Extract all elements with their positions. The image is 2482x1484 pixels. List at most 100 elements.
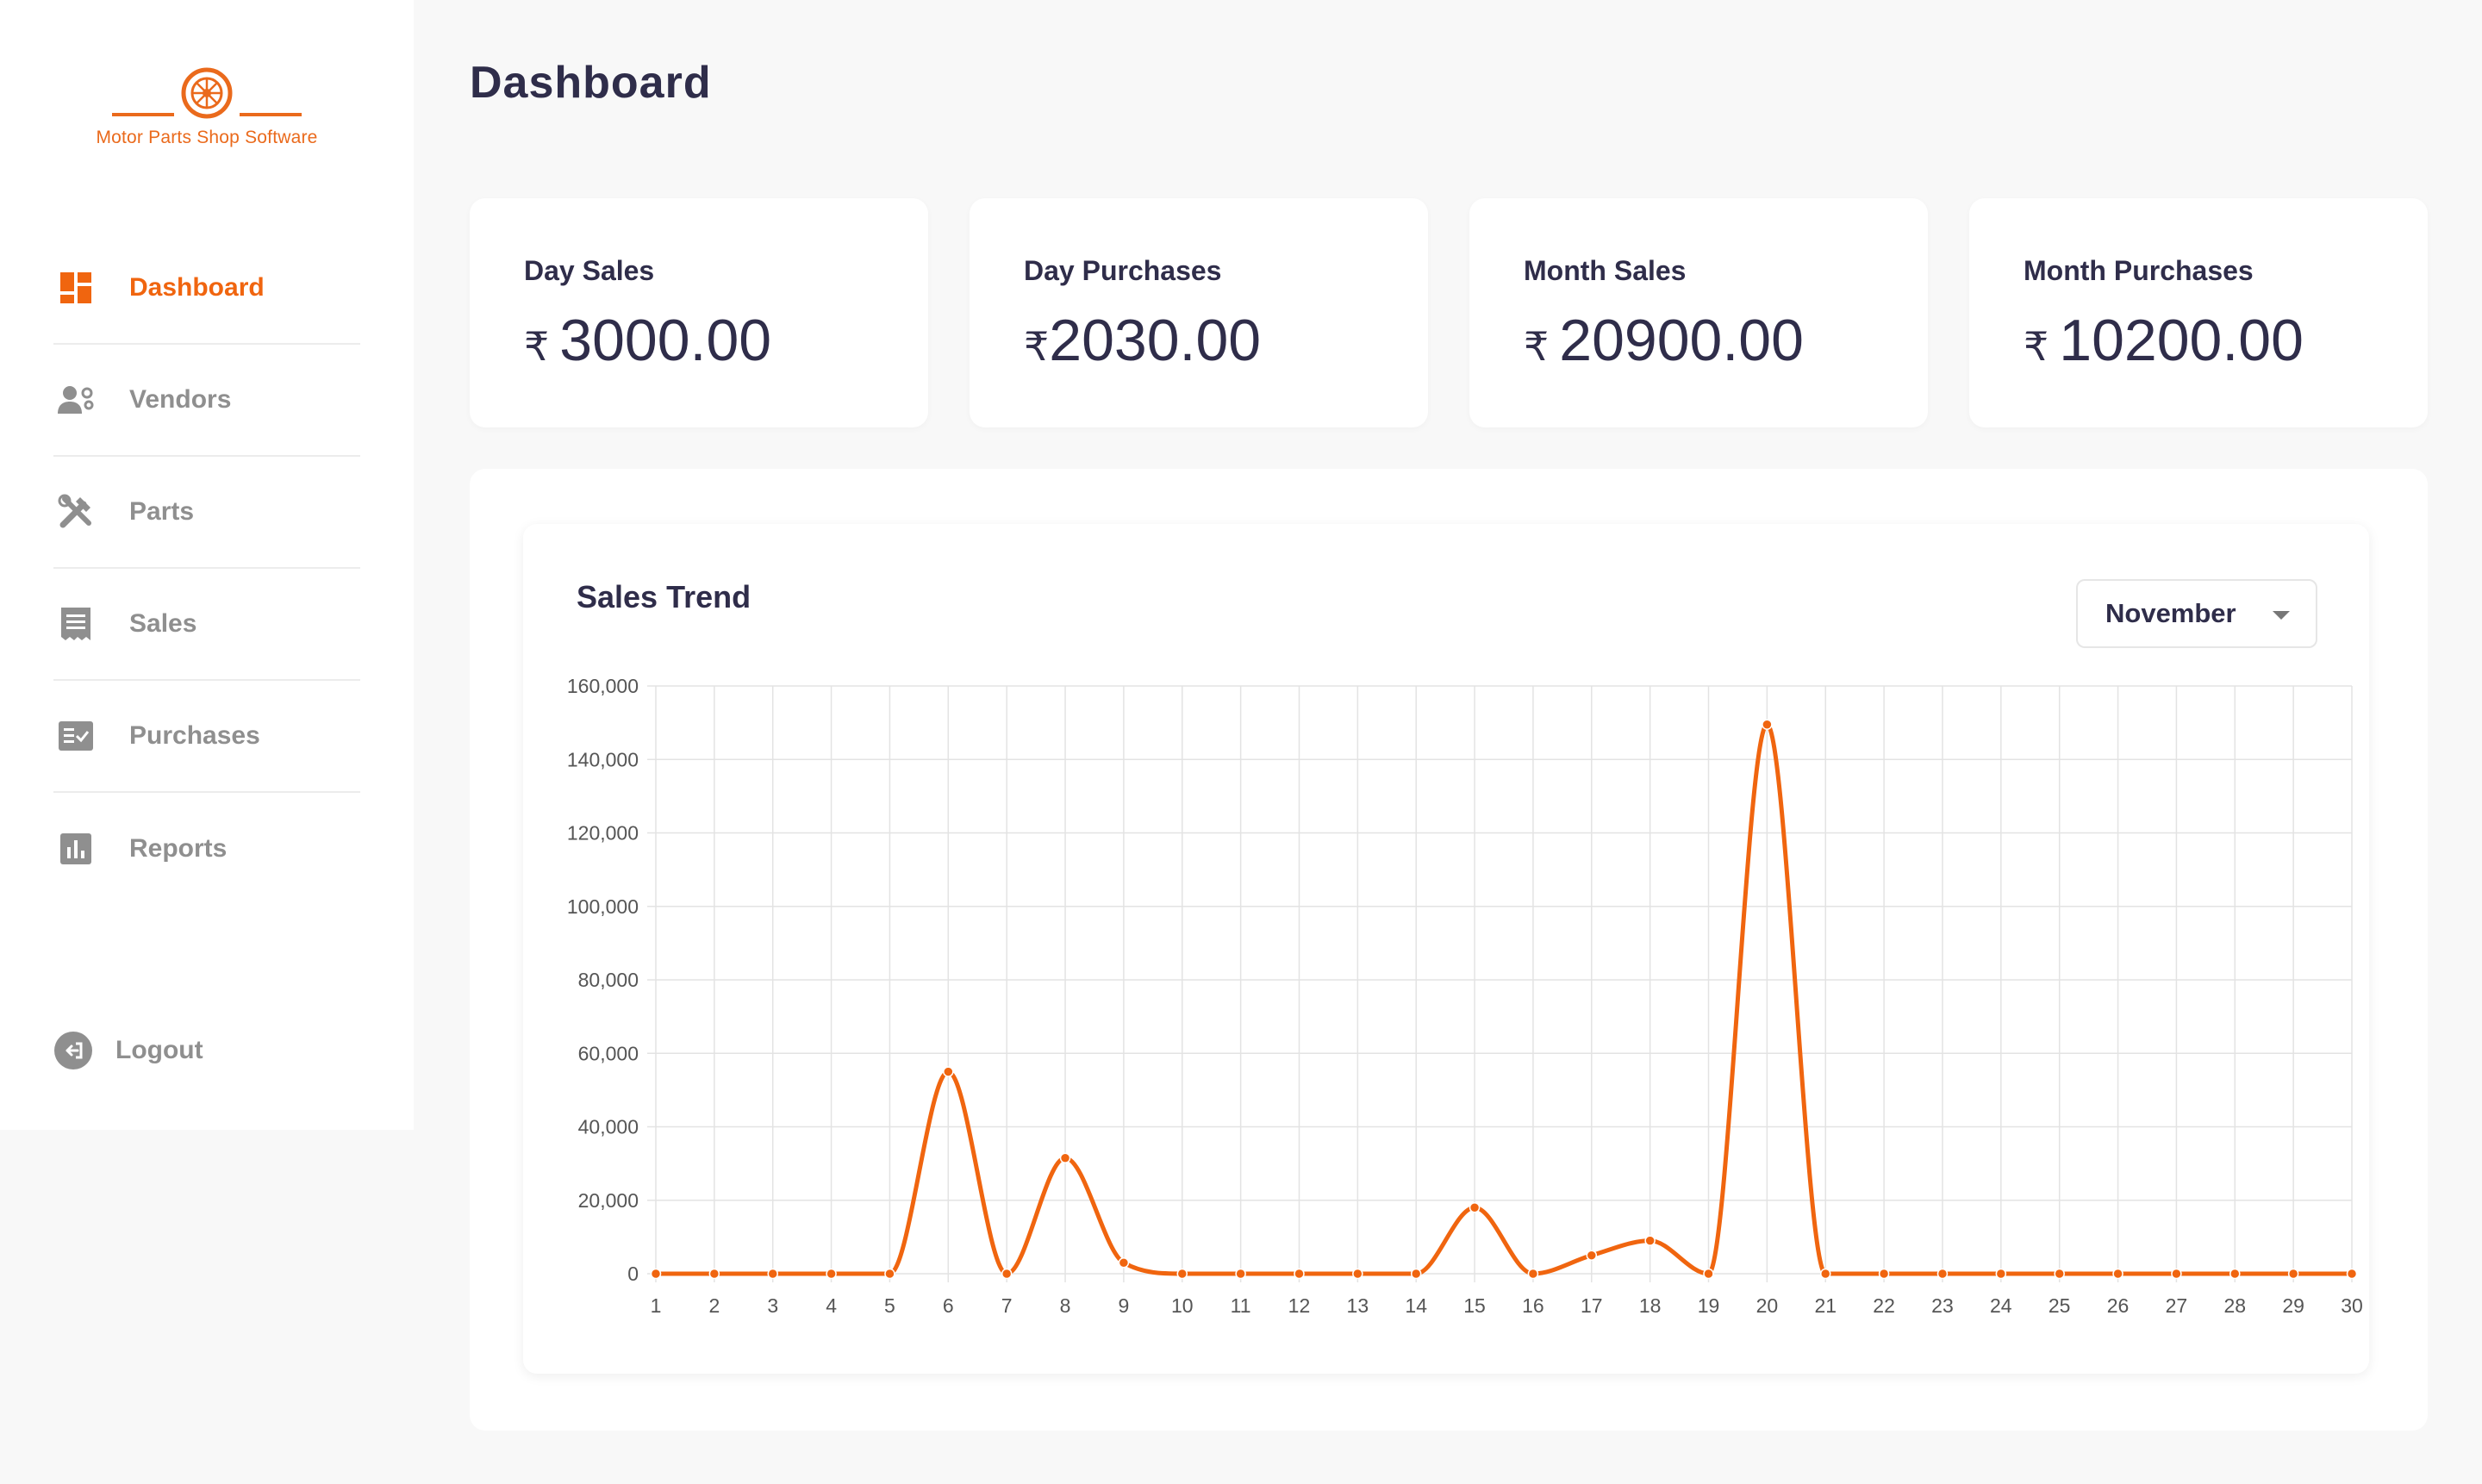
y-tick-label: 80,000 xyxy=(578,969,639,991)
x-tick-label: 23 xyxy=(1931,1294,1954,1317)
data-point xyxy=(1235,1268,1246,1280)
sidebar-item-label: Dashboard xyxy=(129,273,265,302)
x-tick-label: 28 xyxy=(2223,1294,2246,1317)
data-point xyxy=(1527,1268,1539,1280)
sidebar: Motor Parts Shop Software Dashboard Vend… xyxy=(0,0,414,1130)
data-point xyxy=(708,1268,720,1280)
y-tick-label: 160,000 xyxy=(567,675,639,697)
data-point xyxy=(1176,1268,1188,1280)
card-value: ₹3000.00 xyxy=(524,307,771,374)
sales-trend-line xyxy=(656,722,2352,1276)
sidebar-item-sales[interactable]: Sales xyxy=(53,569,360,681)
data-point xyxy=(1936,1268,1949,1280)
x-tick-label: 8 xyxy=(1060,1294,1071,1317)
bar-chart-icon xyxy=(53,826,98,871)
rupee-icon: ₹ xyxy=(1024,324,1050,369)
x-tick-label: 25 xyxy=(2049,1294,2071,1317)
day-sales-card: Day Sales ₹3000.00 xyxy=(470,198,928,427)
x-tick-label: 5 xyxy=(884,1294,895,1317)
data-point xyxy=(2112,1268,2123,1280)
x-tick-label: 21 xyxy=(1814,1294,1837,1317)
x-tick-label: 14 xyxy=(1405,1294,1427,1317)
x-tick-label: 16 xyxy=(1522,1294,1544,1317)
data-point xyxy=(1410,1268,1422,1280)
sidebar-item-reports[interactable]: Reports xyxy=(53,793,360,905)
x-tick-label: 13 xyxy=(1347,1294,1369,1317)
x-tick-label: 17 xyxy=(1581,1294,1603,1317)
y-tick-label: 60,000 xyxy=(578,1042,639,1064)
data-point xyxy=(884,1268,895,1280)
sales-trend-card: Sales Trend November 0 20,000 40,000 60,000… xyxy=(523,524,2369,1374)
x-tick-label: 18 xyxy=(1639,1294,1662,1317)
brand-logo[interactable]: Motor Parts Shop Software xyxy=(95,65,319,160)
data-point xyxy=(1703,1268,1714,1280)
dashboard-icon xyxy=(53,265,98,310)
card-label: Day Purchases xyxy=(1024,255,1222,286)
card-value: ₹2030.00 xyxy=(1024,307,1261,374)
data-point xyxy=(1878,1268,1890,1280)
x-tick-label: 11 xyxy=(1231,1294,1251,1317)
data-point xyxy=(826,1268,837,1280)
logout-icon xyxy=(53,1031,93,1070)
month-sales-card: Month Sales ₹20900.00 xyxy=(1469,198,1928,427)
data-point xyxy=(2054,1268,2065,1280)
page-title: Dashboard xyxy=(470,58,712,108)
x-tick-label: 9 xyxy=(1118,1294,1129,1317)
x-tick-label: 15 xyxy=(1463,1294,1486,1317)
sidebar-nav: Dashboard Vendors Parts Sales Purchases xyxy=(53,233,360,905)
x-tick-label: 10 xyxy=(1171,1294,1194,1317)
brand-name: Motor Parts Shop Software xyxy=(96,128,318,147)
data-point xyxy=(1762,719,1773,731)
x-tick-label: 3 xyxy=(767,1294,778,1317)
checklist-icon xyxy=(53,714,98,758)
sidebar-item-purchases[interactable]: Purchases xyxy=(53,681,360,793)
card-value: ₹10200.00 xyxy=(2024,307,2304,374)
y-tick-label: 120,000 xyxy=(567,822,639,845)
sidebar-item-label: Parts xyxy=(129,497,195,526)
sidebar-item-dashboard[interactable]: Dashboard xyxy=(53,233,360,345)
card-label: Month Purchases xyxy=(2024,255,2254,286)
data-point xyxy=(1995,1268,2007,1280)
x-tick-label: 27 xyxy=(2166,1294,2188,1317)
x-tick-label: 20 xyxy=(1756,1294,1779,1317)
x-tick-label: 29 xyxy=(2282,1294,2304,1317)
day-purchases-card: Day Purchases ₹2030.00 xyxy=(970,198,1428,427)
sales-trend-panel: Sales Trend November 0 20,000 40,000 60,000… xyxy=(470,469,2428,1431)
sidebar-item-parts[interactable]: Parts xyxy=(53,457,360,569)
data-point xyxy=(2229,1268,2241,1280)
sidebar-item-vendors[interactable]: Vendors xyxy=(53,345,360,457)
logout-button[interactable]: Logout xyxy=(53,1031,203,1070)
card-amount: 20900.00 xyxy=(1559,308,1804,373)
sidebar-item-label: Sales xyxy=(129,609,197,638)
data-point xyxy=(1644,1235,1656,1246)
data-point xyxy=(2346,1268,2358,1280)
data-point xyxy=(2171,1268,2182,1280)
rupee-icon: ₹ xyxy=(1524,324,1550,369)
card-label: Day Sales xyxy=(524,255,655,286)
rupee-icon: ₹ xyxy=(524,324,550,369)
logout-label: Logout xyxy=(115,1036,203,1064)
x-tick-label: 19 xyxy=(1698,1294,1720,1317)
data-point xyxy=(650,1268,662,1280)
vendors-icon xyxy=(53,377,98,422)
sales-trend-chart: 0 20,000 40,000 60,000 80,000 100,000 120,000 1… xyxy=(567,675,2363,1317)
month-purchases-card: Month Purchases ₹10200.00 xyxy=(1969,198,2428,427)
wheel-logo-icon xyxy=(112,67,302,119)
card-amount: 2030.00 xyxy=(1049,308,1262,373)
data-point xyxy=(1294,1268,1305,1280)
rupee-icon: ₹ xyxy=(2024,324,2049,369)
data-point xyxy=(767,1268,778,1280)
data-point xyxy=(1118,1256,1130,1269)
y-tick-label: 140,000 xyxy=(567,748,639,770)
receipt-icon xyxy=(53,602,98,646)
y-tick-label: 100,000 xyxy=(567,895,639,918)
data-point xyxy=(1001,1268,1013,1280)
y-tick-label: 20,000 xyxy=(578,1189,639,1212)
card-amount: 3000.00 xyxy=(559,308,772,373)
card-label: Month Sales xyxy=(1524,255,1687,286)
y-tick-label: 0 xyxy=(627,1263,639,1285)
x-tick-label: 24 xyxy=(1990,1294,2012,1317)
tools-icon xyxy=(53,489,98,534)
x-tick-label: 4 xyxy=(826,1294,837,1317)
sidebar-item-label: Purchases xyxy=(129,721,260,750)
